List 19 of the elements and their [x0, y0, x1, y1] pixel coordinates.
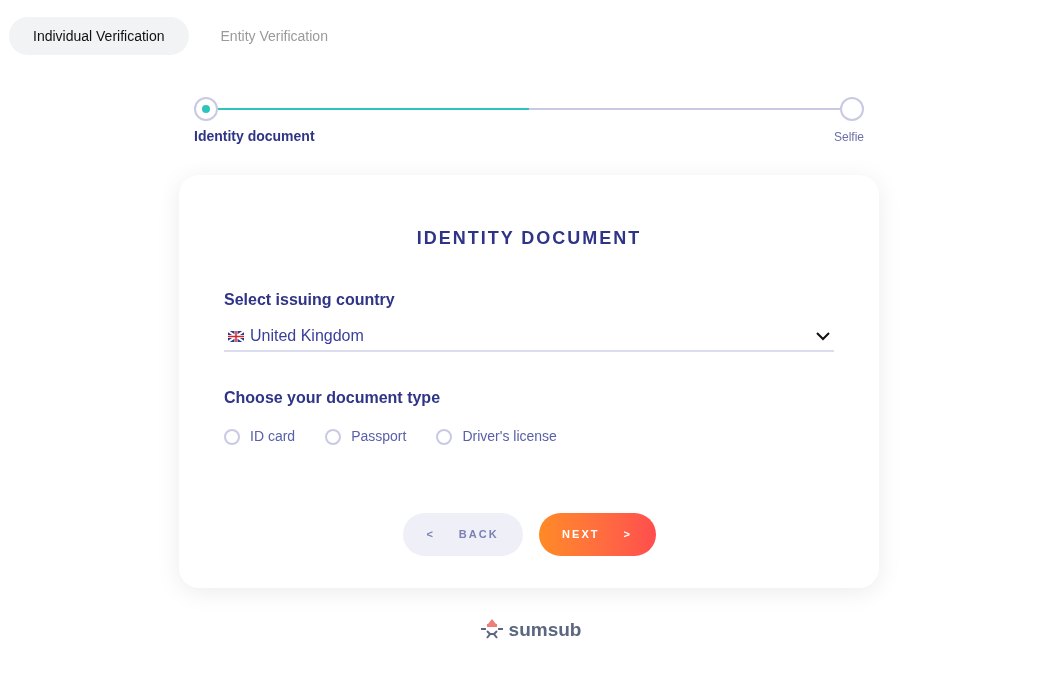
- radio-button[interactable]: [436, 428, 453, 445]
- back-button[interactable]: < BACK: [402, 513, 523, 556]
- card-title: IDENTITY DOCUMENT: [415, 227, 643, 250]
- country-value: United Kingdom: [250, 326, 365, 346]
- country-select[interactable]: United Kingdom: [224, 324, 834, 352]
- tab[interactable]: Individual Verification: [9, 17, 189, 55]
- step-label: Selfie: [833, 129, 864, 146]
- radio-label[interactable]: ID card: [250, 426, 296, 447]
- chevron-down-icon: [816, 331, 830, 341]
- radio-label[interactable]: Passport: [351, 426, 407, 447]
- step-label: Identity document: [194, 127, 315, 146]
- next-button[interactable]: NEXT >: [538, 513, 656, 556]
- field-label: Choose your document type: [224, 388, 442, 408]
- radio-label[interactable]: Driver's license: [462, 426, 557, 447]
- radio-button[interactable]: [224, 428, 240, 445]
- logo-text: sumsub: [508, 618, 582, 642]
- flag-icon: [228, 330, 244, 342]
- radio-button[interactable]: [325, 428, 342, 445]
- field-label: Select issuing country: [224, 290, 396, 310]
